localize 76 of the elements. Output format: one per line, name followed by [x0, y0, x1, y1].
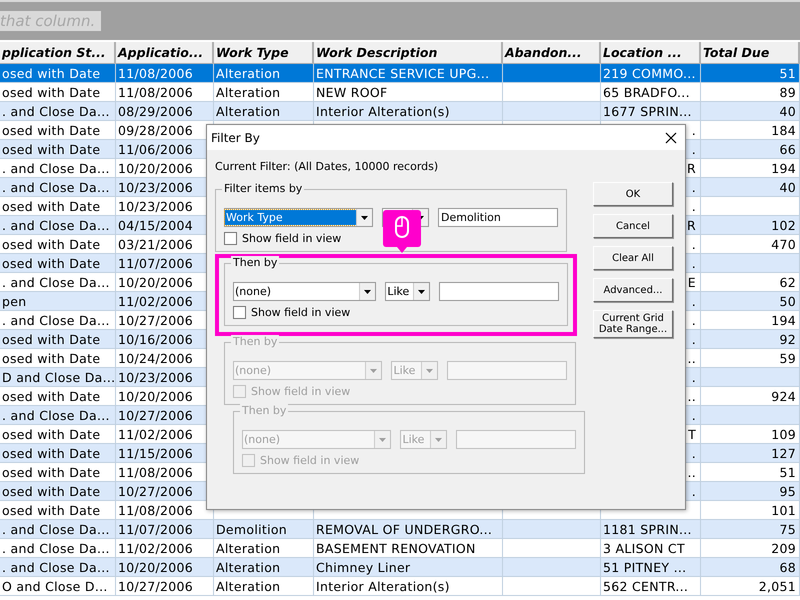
column-header[interactable]: Applicatio... [116, 42, 214, 64]
table-cell: Demolition [214, 520, 314, 539]
table-cell: . and Close Da... [0, 178, 116, 197]
table-cell: osed with Date [0, 64, 116, 83]
field-dropdown[interactable]: (none) [233, 282, 376, 301]
table-cell: osed with Date [0, 140, 116, 159]
table-cell: Alteration [214, 102, 314, 121]
table-cell: 10/27/2006 [116, 577, 214, 596]
table-cell: 11/08/2006 [116, 64, 214, 83]
table-cell: 51 [701, 64, 800, 83]
column-header[interactable]: Total Due [701, 42, 800, 64]
table-cell: 08/29/2006 [116, 102, 214, 121]
dialog-button[interactable]: Cancel [593, 214, 673, 238]
table-cell: . and Close Da... [0, 102, 116, 121]
group-label: Then by [231, 256, 280, 269]
table-cell: 50 [701, 292, 800, 311]
table-cell: 1181 SPRIN... [601, 520, 701, 539]
field-dropdown[interactable]: Work Type [224, 208, 374, 227]
dialog-button[interactable]: Advanced... [593, 278, 673, 302]
show-field-checkbox[interactable]: Show field in view [224, 232, 558, 245]
table-cell: 95 [701, 482, 800, 501]
table-cell: Alteration [214, 64, 314, 83]
table-cell: 102 [701, 216, 800, 235]
table-cell: 40 [701, 178, 800, 197]
table-cell: Interior Alteration(s) [314, 577, 503, 596]
value-field[interactable]: Demolition [438, 208, 558, 227]
table-cell: 11/07/2006 [116, 520, 214, 539]
table-cell: . and Close Da... [0, 520, 116, 539]
table-cell: 75 [701, 520, 800, 539]
table-cell: pen [0, 292, 116, 311]
table-cell: 127 [701, 444, 800, 463]
dialog-title: Filter By [211, 130, 260, 144]
table-cell: 92 [701, 330, 800, 349]
table-cell: 10/20/2006 [116, 558, 214, 577]
dialog-button[interactable]: OK [593, 182, 673, 206]
dialog-button[interactable]: Clear All [593, 246, 673, 270]
table-cell: osed with Date [0, 444, 116, 463]
table-cell: . and Close Da... [0, 558, 116, 577]
group-label: Then by [231, 335, 280, 348]
table-cell: . and Close Da... [0, 406, 116, 425]
table-cell: 562 CENTR... [601, 577, 701, 596]
dropdown-arrow-icon[interactable] [364, 290, 372, 294]
table-cell: Chimney Liner [314, 558, 503, 577]
table-cell: REMOVAL OF UNDERGRO... [314, 520, 503, 539]
close-icon[interactable] [665, 132, 677, 144]
table-cell: 2,051 [701, 577, 800, 596]
table-cell: . and Close Da... [0, 216, 116, 235]
column-header[interactable]: Work Description [314, 42, 503, 64]
column-header[interactable]: pplication St... [0, 42, 116, 64]
dialog-button[interactable]: Current Grid Date Range... [593, 310, 673, 338]
show-field-checkbox[interactable]: Show field in view [233, 306, 559, 319]
table-cell: osed with Date [0, 482, 116, 501]
column-header[interactable]: Location ... [601, 42, 701, 64]
current-filter-text: Current Filter: (All Dates, 10000 records) [215, 160, 440, 173]
table-cell: 68 [701, 558, 800, 577]
table-cell: O and Close D... [0, 577, 116, 596]
table-cell: D and Close Da... [0, 368, 116, 387]
dropdown-arrow-icon[interactable] [361, 216, 368, 220]
group-label: Filter items by [222, 182, 304, 195]
mouse-icon [395, 216, 409, 238]
table-cell: Interior Alteration(s) [314, 102, 503, 121]
table-cell: Alteration [214, 577, 314, 596]
group-label: Then by [240, 404, 288, 417]
column-header[interactable]: Work Type [214, 42, 314, 64]
table-cell: 40 [701, 102, 800, 121]
table-cell: osed with Date [0, 330, 116, 349]
dropdown-arrow-icon[interactable] [418, 290, 425, 294]
table-cell: ENTRANCE SERVICE UPG... [314, 64, 503, 83]
table-cell: 51 PITNEY ... [601, 558, 701, 577]
table-cell: 66 [701, 140, 800, 159]
operator-dropdown[interactable]: Like [385, 282, 430, 301]
table-cell: osed with Date [0, 254, 116, 273]
table-cell: Alteration [214, 558, 314, 577]
table-cell: 219 COMMO... [601, 64, 701, 83]
value-field[interactable] [439, 282, 559, 301]
table-cell: 1677 SPRIN... [601, 102, 701, 121]
